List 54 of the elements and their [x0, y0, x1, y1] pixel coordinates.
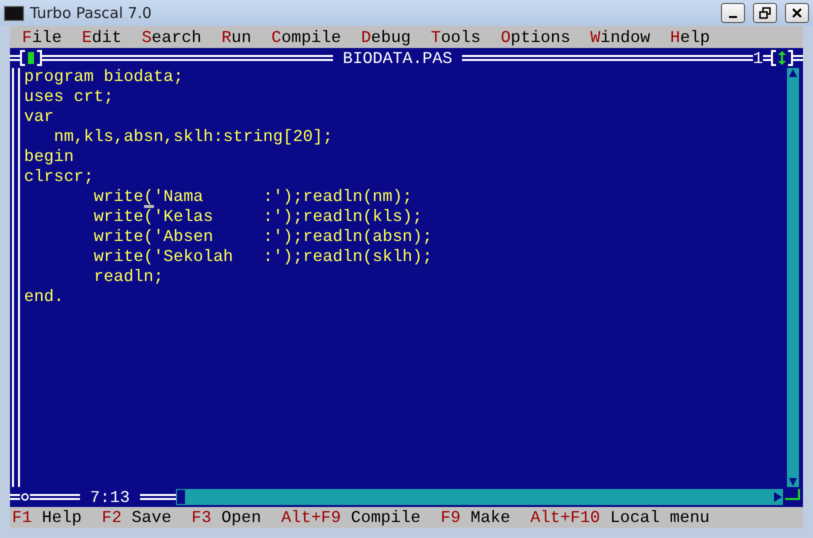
- zoom-arrow-icon[interactable]: [771, 50, 794, 66]
- code-line: var: [24, 108, 54, 125]
- code-line: clrscr;: [24, 168, 94, 185]
- menu-item[interactable]: Window: [590, 28, 650, 46]
- close-box-icon[interactable]: [20, 50, 42, 66]
- window-number: 1: [753, 48, 764, 68]
- code-line: write('Sekolah :');readln(sklh);: [92, 248, 432, 265]
- status-hint[interactable]: F1 Help: [12, 508, 82, 527]
- code-line: write('Nama :');readln(nm);: [92, 188, 412, 205]
- menu-item[interactable]: Help: [670, 28, 710, 46]
- status-hint[interactable]: Alt+F9 Compile: [281, 508, 421, 527]
- menu-item[interactable]: Edit: [82, 28, 122, 46]
- frame-border: [763, 55, 772, 61]
- horizontal-scrollbar[interactable]: [176, 489, 783, 505]
- menu-item[interactable]: Search: [142, 28, 202, 46]
- frame-border: [10, 55, 20, 61]
- editor-title: BIODATA.PAS: [342, 48, 454, 68]
- code-line: readln;: [92, 268, 164, 285]
- menu-item[interactable]: Debug: [361, 28, 411, 46]
- frame-border: [10, 494, 20, 500]
- frame-border: [140, 494, 176, 500]
- scroll-thumb[interactable]: [176, 489, 186, 505]
- vertical-scrollbar[interactable]: [787, 68, 799, 487]
- scroll-down-icon[interactable]: [788, 477, 798, 487]
- close-button[interactable]: [785, 3, 809, 23]
- cursor-position: 7:13: [89, 488, 131, 506]
- close-icon: [791, 7, 803, 19]
- app-icon: [4, 6, 24, 20]
- code-line: end.: [24, 288, 64, 305]
- minimize-button[interactable]: [721, 3, 745, 23]
- restore-button[interactable]: [753, 3, 777, 23]
- text-cursor: [144, 205, 154, 208]
- code-line: nm,kls,absn,sklh:string[20];: [52, 128, 333, 145]
- menu-item[interactable]: File: [22, 28, 62, 46]
- minimize-icon: [729, 16, 737, 18]
- scroll-right-icon[interactable]: [773, 491, 783, 503]
- status-hint[interactable]: Alt+F10 Local menu: [530, 508, 710, 527]
- code-line: write('Absen :');readln(absn);: [92, 228, 432, 245]
- status-hint[interactable]: F3 Open: [191, 508, 262, 527]
- menu-item[interactable]: Compile: [271, 28, 342, 46]
- menu-item[interactable]: Tools: [430, 28, 481, 46]
- window-title: Turbo Pascal 7.0: [30, 4, 153, 22]
- status-hint[interactable]: F2 Save: [102, 508, 172, 527]
- scroll-up-icon[interactable]: [788, 68, 798, 78]
- frame-border: [793, 55, 804, 61]
- code-line: begin: [24, 148, 74, 165]
- frame-border: [30, 494, 80, 500]
- code-line: uses crt;: [24, 88, 114, 105]
- status-hint[interactable]: F9 Make: [440, 508, 510, 527]
- restore-icon: [759, 7, 771, 19]
- code-line: program biodata;: [24, 68, 184, 85]
- code-line: write('Kelas :');readln(kls);: [92, 208, 422, 225]
- menu-item[interactable]: Run: [221, 28, 252, 46]
- menu-item[interactable]: Options: [500, 28, 570, 46]
